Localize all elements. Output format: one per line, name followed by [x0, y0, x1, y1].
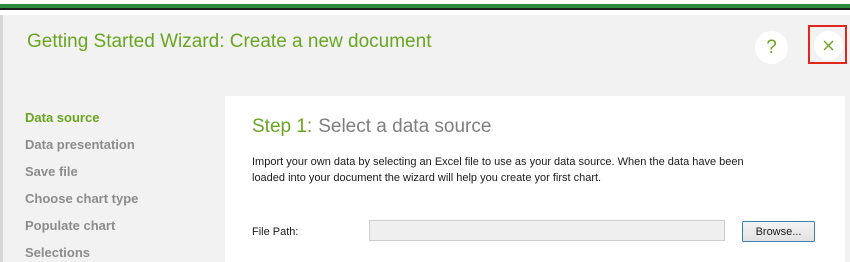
- close-button-highlight[interactable]: [808, 25, 847, 64]
- step-description: Import your own data by selecting an Exc…: [252, 156, 744, 184]
- file-path-input[interactable]: [369, 220, 725, 241]
- nav-item-save-file[interactable]: Save file: [25, 164, 78, 179]
- nav-item-data-presentation[interactable]: Data presentation: [25, 137, 135, 152]
- step-heading: Step 1: Select a data source: [252, 116, 491, 138]
- nav-item-populate-chart[interactable]: Populate chart: [25, 218, 115, 233]
- background-dark-bar: [0, 8, 850, 10]
- file-path-label: File Path:: [252, 226, 299, 238]
- close-button[interactable]: [814, 31, 843, 60]
- background-faded-text: ·· ···· ·····: [588, 0, 641, 5]
- close-icon: [823, 40, 834, 51]
- nav-item-data-source[interactable]: Data source: [25, 110, 99, 125]
- background-window-strip: ·· ···· ·····: [0, 0, 850, 15]
- help-button[interactable]: ?: [755, 31, 788, 64]
- nav-item-selections[interactable]: Selections: [25, 245, 90, 260]
- nav-item-choose-chart-type[interactable]: Choose chart type: [25, 191, 138, 206]
- window-left-edge: [0, 15, 3, 262]
- wizard-title: Getting Started Wizard: Create a new doc…: [27, 31, 432, 52]
- step-number: Step 1:: [252, 116, 313, 137]
- step-content-panel: Step 1: Select a data source Import your …: [225, 96, 845, 262]
- step-title: Select a data source: [318, 116, 492, 137]
- help-icon: ?: [766, 36, 777, 58]
- browse-button[interactable]: Browse...: [742, 221, 815, 242]
